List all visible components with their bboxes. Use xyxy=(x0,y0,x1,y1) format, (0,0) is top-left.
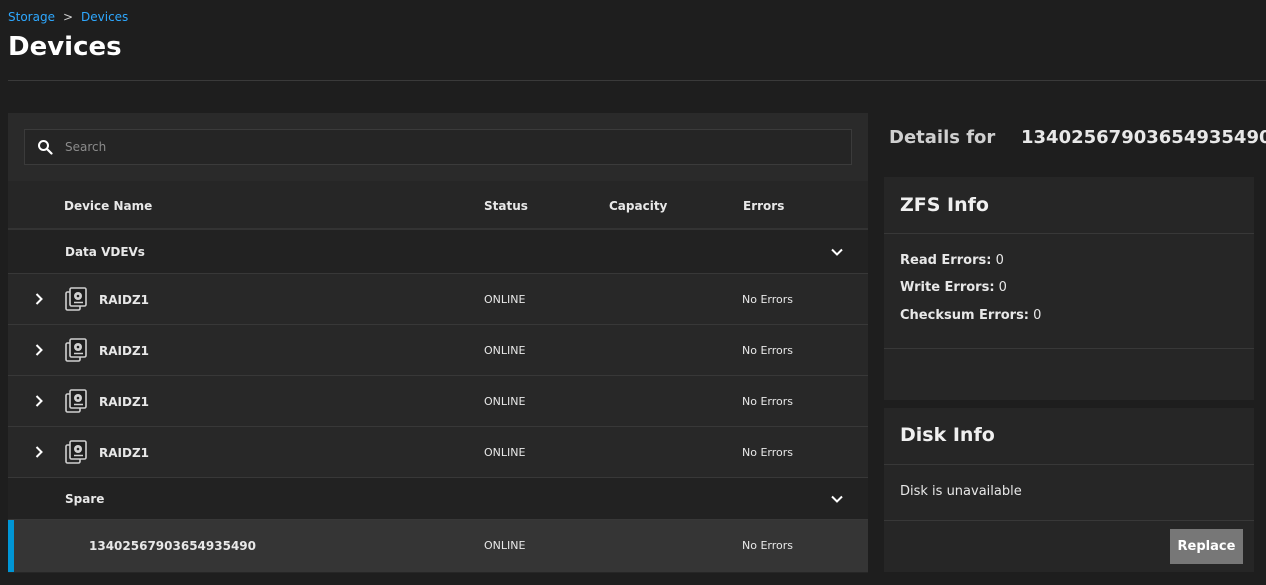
device-errors: No Errors xyxy=(742,539,793,552)
card-title: Disk Info xyxy=(900,424,995,446)
table-header: Device Name Status Capacity Errors xyxy=(8,181,868,230)
write-errors-value: 0 xyxy=(998,280,1007,295)
checksum-errors-value: 0 xyxy=(1033,308,1042,323)
replace-button[interactable]: Replace xyxy=(1170,529,1243,564)
device-status: ONLINE xyxy=(484,446,526,459)
devices-panel: Device Name Status Capacity Errors Data … xyxy=(8,113,868,573)
chevron-down-icon[interactable] xyxy=(830,245,844,262)
device-status: ONLINE xyxy=(484,395,526,408)
hard-disk-icon xyxy=(65,389,87,416)
disk-status-message: Disk is unavailable xyxy=(900,484,1022,499)
details-device-id: 13402567903654935490 xyxy=(1021,127,1266,148)
zfs-info-card: ZFS Info Read Errors: 0 Write Errors: 0 … xyxy=(884,177,1254,400)
search-icon xyxy=(25,139,65,155)
device-name: RAIDZ1 xyxy=(99,344,150,358)
device-name: RAIDZ1 xyxy=(99,293,150,307)
chevron-right-icon[interactable] xyxy=(34,394,44,411)
column-header-capacity[interactable]: Capacity xyxy=(609,199,667,213)
device-errors: No Errors xyxy=(742,344,793,357)
card-divider xyxy=(884,464,1254,465)
device-status: ONLINE xyxy=(484,293,526,306)
checksum-errors: Checksum Errors: 0 xyxy=(900,308,1041,323)
card-divider xyxy=(884,348,1254,349)
device-status: ONLINE xyxy=(484,539,526,552)
read-errors: Read Errors: 0 xyxy=(900,253,1004,268)
column-header-errors[interactable]: Errors xyxy=(743,199,784,213)
checksum-errors-label: Checksum Errors: xyxy=(900,308,1030,323)
chevron-down-icon[interactable] xyxy=(830,492,844,509)
table-row[interactable]: RAIDZ1 ONLINE No Errors xyxy=(8,376,868,427)
table-row[interactable]: RAIDZ1 ONLINE No Errors xyxy=(8,427,868,478)
device-errors: No Errors xyxy=(742,395,793,408)
device-name: RAIDZ1 xyxy=(99,395,150,409)
hard-disk-icon xyxy=(65,287,87,314)
search-bar xyxy=(8,113,868,181)
table-row[interactable]: RAIDZ1 ONLINE No Errors xyxy=(8,325,868,376)
device-status: ONLINE xyxy=(484,344,526,357)
table-row-selected[interactable]: 13402567903654935490 ONLINE No Errors xyxy=(8,520,868,572)
details-title: Details for xyxy=(889,127,996,148)
write-errors-label: Write Errors: xyxy=(900,280,995,295)
search-input[interactable] xyxy=(65,140,851,154)
group-row-data-vdevs[interactable]: Data VDEVs xyxy=(8,230,868,274)
breadcrumb: Storage > Devices xyxy=(8,10,128,24)
device-errors: No Errors xyxy=(742,446,793,459)
card-title: ZFS Info xyxy=(900,194,989,216)
device-errors: No Errors xyxy=(742,293,793,306)
breadcrumb-devices-link[interactable]: Devices xyxy=(81,10,128,24)
write-errors: Write Errors: 0 xyxy=(900,280,1007,295)
breadcrumb-storage-link[interactable]: Storage xyxy=(8,10,55,24)
page-title: Devices xyxy=(8,32,122,62)
device-name: 13402567903654935490 xyxy=(89,539,256,553)
table-row[interactable]: RAIDZ1 ONLINE No Errors xyxy=(8,274,868,325)
column-header-status[interactable]: Status xyxy=(484,199,528,213)
group-row-spare[interactable]: Spare xyxy=(8,478,868,520)
search-box[interactable] xyxy=(24,129,852,165)
card-divider xyxy=(884,233,1254,234)
header-divider xyxy=(8,80,1266,81)
read-errors-label: Read Errors: xyxy=(900,253,992,268)
group-label: Data VDEVs xyxy=(65,245,145,259)
read-errors-value: 0 xyxy=(995,253,1004,268)
disk-info-card: Disk Info Disk is unavailable Replace xyxy=(884,408,1254,572)
hard-disk-icon xyxy=(65,440,87,467)
breadcrumb-separator: > xyxy=(62,10,74,24)
column-header-device-name[interactable]: Device Name xyxy=(64,199,152,213)
chevron-right-icon[interactable] xyxy=(34,343,44,360)
hard-disk-icon xyxy=(65,338,87,365)
card-divider xyxy=(884,520,1254,521)
device-name: RAIDZ1 xyxy=(99,446,150,460)
chevron-right-icon[interactable] xyxy=(34,292,44,309)
chevron-right-icon[interactable] xyxy=(34,445,44,462)
group-label: Spare xyxy=(65,492,105,506)
